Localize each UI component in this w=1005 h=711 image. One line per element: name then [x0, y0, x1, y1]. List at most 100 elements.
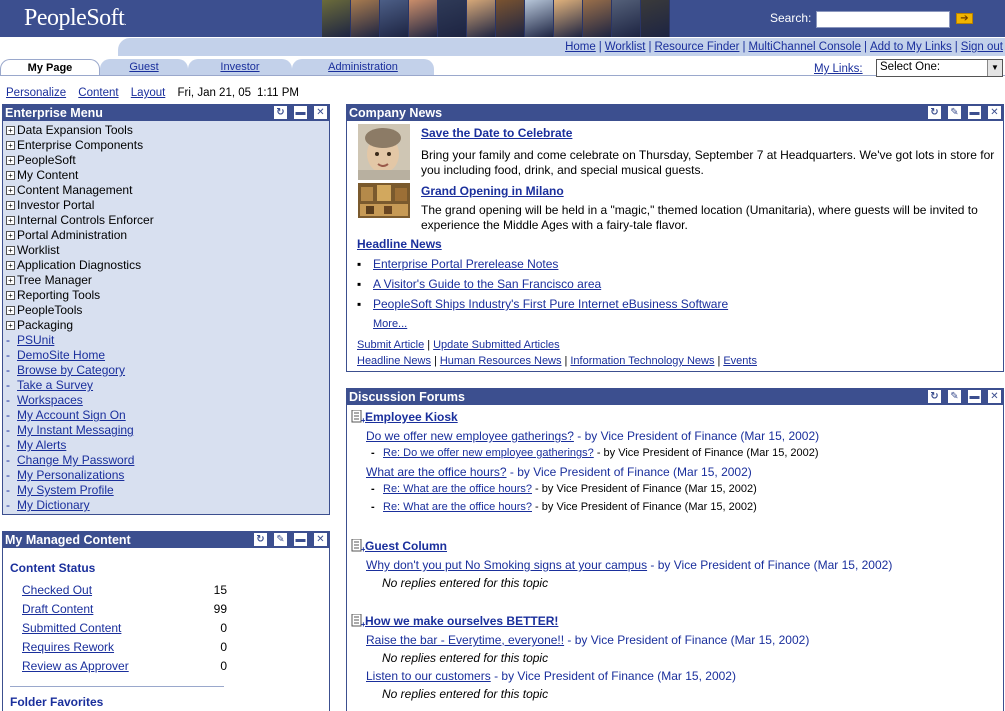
minimize-icon[interactable]: ▬ — [294, 106, 307, 119]
menu-folder[interactable]: + PeopleSoft — [3, 153, 329, 168]
refresh-icon[interactable]: ↻ — [274, 106, 287, 119]
category-events-link[interactable]: Events — [723, 355, 757, 367]
search-go-button[interactable]: ➔ — [956, 13, 973, 24]
forum-link[interactable]: Employee Kiosk — [365, 410, 458, 424]
tab-administration[interactable]: Administration — [292, 59, 434, 76]
menu-link[interactable]: Change My Password — [17, 453, 134, 467]
reply-link[interactable]: Re: What are the office hours? — [383, 501, 532, 513]
menu-folder[interactable]: + Portal Administration — [3, 228, 329, 243]
submitted-content-link[interactable]: Submitted Content — [22, 621, 121, 635]
menu-folder[interactable]: + My Content — [3, 168, 329, 183]
category-hr-news-link[interactable]: Human Resources News — [440, 355, 562, 367]
headline-link[interactable]: A Visitor's Guide to the San Francisco a… — [373, 277, 601, 291]
expand-icon[interactable]: + — [6, 306, 15, 315]
tab-investor[interactable]: Investor — [188, 59, 292, 76]
expand-icon[interactable]: + — [6, 201, 15, 210]
menu-folder[interactable]: + Content Management — [3, 183, 329, 198]
topic-link[interactable]: Listen to our customers — [366, 669, 491, 683]
reply-link[interactable]: Re: Do we offer new employee gatherings? — [383, 447, 594, 459]
menu-link[interactable]: Take a Survey — [17, 378, 93, 392]
sign-out-link[interactable]: Sign out — [961, 41, 1003, 53]
expand-icon[interactable]: + — [6, 291, 15, 300]
my-links-select[interactable]: Select One: ▼ — [876, 59, 1003, 77]
minimize-icon[interactable]: ▬ — [968, 390, 981, 403]
topic-link[interactable]: What are the office hours? — [366, 465, 507, 479]
menu-folder[interactable]: + Worklist — [3, 243, 329, 258]
headline-link[interactable]: Enterprise Portal Prerelease Notes — [373, 257, 558, 271]
topic-link[interactable]: Do we offer new employee gatherings? — [366, 429, 574, 443]
expand-icon[interactable]: + — [6, 156, 15, 165]
more-link[interactable]: More... — [373, 318, 407, 330]
menu-link[interactable]: My Account Sign On — [17, 408, 126, 422]
expand-icon[interactable]: + — [6, 231, 15, 240]
news-title-link[interactable]: Grand Opening in Milano — [421, 184, 564, 198]
menu-folder[interactable]: + Application Diagnostics — [3, 258, 329, 273]
menu-folder[interactable]: + Tree Manager — [3, 273, 329, 288]
menu-link[interactable]: My Alerts — [17, 438, 66, 452]
checked-out-link[interactable]: Checked Out — [22, 583, 92, 597]
refresh-icon[interactable]: ↻ — [254, 533, 267, 546]
expand-icon[interactable]: + — [6, 141, 15, 150]
worklist-link[interactable]: Worklist — [605, 41, 646, 53]
menu-folder[interactable]: + Enterprise Components — [3, 138, 329, 153]
menu-link[interactable]: My Instant Messaging — [17, 423, 134, 437]
tab-guest[interactable]: Guest — [100, 59, 188, 76]
refresh-icon[interactable]: ↻ — [928, 106, 941, 119]
menu-folder[interactable]: + Internal Controls Enforcer — [3, 213, 329, 228]
menu-link[interactable]: PSUnit — [17, 333, 54, 347]
close-icon[interactable]: ✕ — [314, 533, 327, 546]
close-icon[interactable]: ✕ — [314, 106, 327, 119]
home-link[interactable]: Home — [565, 41, 596, 53]
expand-icon[interactable]: + — [6, 321, 15, 330]
category-it-news-link[interactable]: Information Technology News — [570, 355, 714, 367]
menu-folder[interactable]: + Packaging — [3, 318, 329, 333]
expand-icon[interactable]: + — [6, 216, 15, 225]
topic-link[interactable]: Why don't you put No Smoking signs at yo… — [366, 558, 647, 572]
submit-article-link[interactable]: Submit Article — [357, 339, 424, 351]
menu-link[interactable]: My Dictionary — [17, 498, 90, 512]
close-icon[interactable]: ✕ — [988, 106, 1001, 119]
menu-link[interactable]: Workspaces — [17, 393, 83, 407]
minimize-icon[interactable]: ▬ — [968, 106, 981, 119]
requires-rework-link[interactable]: Requires Rework — [22, 640, 114, 654]
expand-icon[interactable]: + — [6, 261, 15, 270]
menu-folder[interactable]: + Data Expansion Tools — [3, 123, 329, 138]
my-links-label[interactable]: My Links: — [814, 63, 863, 75]
expand-icon[interactable]: + — [6, 126, 15, 135]
review-as-approver-link[interactable]: Review as Approver — [22, 659, 129, 673]
add-to-my-links-link[interactable]: Add to My Links — [870, 41, 952, 53]
reply-link[interactable]: Re: What are the office hours? — [383, 483, 532, 495]
menu-link[interactable]: Browse by Category — [17, 363, 125, 377]
topic-link[interactable]: Raise the bar - Everytime, everyone!! — [366, 633, 564, 647]
category-headline-news-link[interactable]: Headline News — [357, 355, 431, 367]
edit-icon[interactable]: ✎ — [948, 390, 961, 403]
refresh-icon[interactable]: ↻ — [928, 390, 941, 403]
personalize-layout-link[interactable]: Layout — [131, 87, 166, 99]
personalize-link[interactable]: Personalize — [6, 87, 66, 99]
headline-link[interactable]: PeopleSoft Ships Industry's First Pure I… — [373, 297, 728, 311]
resource-finder-link[interactable]: Resource Finder — [654, 41, 739, 53]
forum-link[interactable]: Guest Column — [365, 539, 447, 553]
edit-icon[interactable]: ✎ — [948, 106, 961, 119]
personalize-content-link[interactable]: Content — [78, 87, 118, 99]
menu-folder[interactable]: + Reporting Tools — [3, 288, 329, 303]
menu-folder[interactable]: + PeopleTools — [3, 303, 329, 318]
expand-icon[interactable]: + — [6, 276, 15, 285]
draft-content-link[interactable]: Draft Content — [22, 602, 93, 616]
news-title-link[interactable]: Save the Date to Celebrate — [421, 126, 572, 140]
headline-news-link[interactable]: Headline News — [357, 237, 442, 251]
update-submitted-articles-link[interactable]: Update Submitted Articles — [433, 339, 560, 351]
tab-my-page[interactable]: My Page — [0, 59, 100, 76]
expand-icon[interactable]: + — [6, 171, 15, 180]
expand-icon[interactable]: + — [6, 186, 15, 195]
menu-folder[interactable]: + Investor Portal — [3, 198, 329, 213]
peoplesoft-logo[interactable]: PeopleSoft. — [24, 5, 126, 32]
expand-icon[interactable]: + — [6, 246, 15, 255]
forum-link[interactable]: How we make ourselves BETTER! — [365, 614, 558, 628]
multichannel-console-link[interactable]: MultiChannel Console — [748, 41, 861, 53]
menu-link[interactable]: My System Profile — [17, 483, 114, 497]
edit-icon[interactable]: ✎ — [274, 533, 287, 546]
search-input[interactable] — [816, 11, 950, 28]
menu-link[interactable]: My Personalizations — [17, 468, 124, 482]
menu-link[interactable]: DemoSite Home — [17, 348, 105, 362]
